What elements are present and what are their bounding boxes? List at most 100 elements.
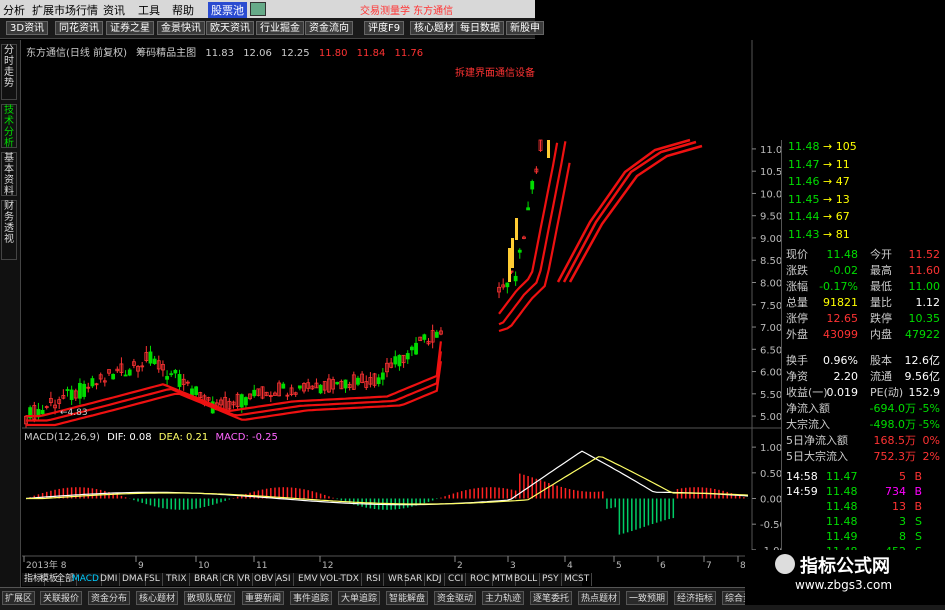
title-value-2: 12.06 xyxy=(243,48,272,59)
candle-body xyxy=(422,334,427,340)
quote-value-2: 11.52 xyxy=(908,248,941,261)
bottom-tab-0[interactable]: 扩展区 xyxy=(2,591,36,605)
candle-body xyxy=(356,377,360,385)
quote-value: -0.17% xyxy=(819,280,858,293)
stat-value: 0.96% xyxy=(823,354,858,367)
bottom-tab-2[interactable]: 资金分布 xyxy=(88,591,131,605)
indicator-tab-13[interactable]: EMV xyxy=(296,573,321,586)
quote-label-2: 最高 xyxy=(870,264,892,277)
candle-body xyxy=(82,383,86,397)
date-tick-label: 11 xyxy=(256,561,267,571)
date-tick-label: 2 xyxy=(457,561,463,571)
bottom-tab-11[interactable]: 逐笔委托 xyxy=(530,591,573,605)
stat-value-2: 152.9 xyxy=(908,386,941,399)
flow-label: 净流入额 xyxy=(786,402,830,415)
flow-percent: 0% xyxy=(922,434,940,447)
candle-body xyxy=(123,374,128,377)
flow-value: 168.5万 xyxy=(873,434,917,447)
date-tick-label: 10 xyxy=(198,561,210,571)
quote-value: 12.65 xyxy=(826,312,859,325)
indicator-tab-23[interactable]: PSY xyxy=(540,573,562,586)
indicator-tab-18[interactable]: KDJ xyxy=(424,573,445,586)
date-tick-label: 2013年 8 xyxy=(26,559,67,571)
flow-row: 净流入额 -694.0万 -5% xyxy=(786,402,944,416)
indicator-tab-6[interactable]: FSL xyxy=(142,573,163,586)
tick-row: 11.48 13 B xyxy=(786,500,944,514)
flow-percent: 2% xyxy=(922,450,940,463)
bottom-tab-3[interactable]: 核心题材 xyxy=(136,591,179,605)
candle-body xyxy=(397,354,402,367)
indicator-tab-19[interactable]: CCI xyxy=(446,573,467,586)
bottom-tab-5[interactable]: 重要新闻 xyxy=(242,591,285,605)
bottom-tab-14[interactable]: 经济指标 xyxy=(674,591,717,605)
indicator-tab-4[interactable]: DMI xyxy=(98,573,121,586)
indicator-tab-20[interactable]: ROC xyxy=(468,573,493,586)
stat-label-2: 流通 xyxy=(870,370,892,383)
flow-value: -694.0万 xyxy=(869,402,916,415)
quote-row: 涨幅 -0.17% 最低 11.00 xyxy=(786,280,944,294)
flow-label: 5日大宗流入 xyxy=(786,450,848,463)
indicator-tab-14[interactable]: VOL-TDX xyxy=(318,573,362,586)
indicator-tab-17[interactable]: SAR xyxy=(402,573,426,586)
candle-body xyxy=(318,384,323,394)
quote-label-2: 今开 xyxy=(870,248,892,261)
macd-line xyxy=(25,450,749,506)
candle-body xyxy=(78,383,82,399)
macd-dea: DEA: 0.21 xyxy=(158,432,209,443)
orderbook-volume: 81 xyxy=(835,227,850,241)
indicator-tab-15[interactable]: RSI xyxy=(364,573,384,586)
quote-value: -0.02 xyxy=(829,264,858,277)
ma-line xyxy=(26,162,571,427)
flow-row: 5日净流入额 168.5万 0% xyxy=(786,434,944,448)
stat-value-2: 12.6亿 xyxy=(904,354,941,367)
indicator-tab-24[interactable]: MCST xyxy=(562,573,593,586)
orderbook-price: 11.44 xyxy=(788,210,820,223)
price-tick-label: 5.50 xyxy=(760,390,782,401)
indicator-tab-11[interactable]: OBV xyxy=(252,573,277,586)
orderbook-row: 11.46 → 47 xyxy=(788,175,850,189)
candle-body xyxy=(513,275,518,282)
highlight-candle xyxy=(547,140,550,158)
stock-title: 东方通信(日线 前复权) xyxy=(26,48,127,59)
stat-row: 收益(一) 0.019 PE(动) 152.9 xyxy=(786,386,944,400)
indicator-tab-10[interactable]: VR xyxy=(236,573,254,586)
bottom-tab-7[interactable]: 大单追踪 xyxy=(338,591,381,605)
orderbook-row: 11.45 → 13 xyxy=(788,193,850,207)
indicator-tab-9[interactable]: CR xyxy=(220,573,238,586)
indicator-tab-7[interactable]: TRIX xyxy=(164,573,190,586)
orderbook-arrow: → xyxy=(819,140,836,153)
title-value-1: 11.83 xyxy=(205,48,234,59)
stat-row: 净资 2.20 流通 9.56亿 xyxy=(786,370,944,384)
price-tick-label: 9.00 xyxy=(760,234,782,245)
stat-value-2: 9.56亿 xyxy=(904,370,941,383)
indicator-name: 筹码精品主图 xyxy=(136,48,197,59)
candle-body xyxy=(434,331,439,338)
tick-volume: 3 xyxy=(899,515,906,528)
bottom-tab-13[interactable]: 一致预期 xyxy=(626,591,669,605)
bottom-tab-9[interactable]: 资金驱动 xyxy=(434,591,477,605)
stat-label: 换手 xyxy=(786,354,808,367)
bottom-tab-1[interactable]: 关联报价 xyxy=(40,591,83,605)
candle-body xyxy=(239,394,244,408)
bottom-tab-6[interactable]: 事件追踪 xyxy=(290,591,333,605)
title-value-5: 11.84 xyxy=(356,48,386,59)
bottom-tab-4[interactable]: 散现队席位 xyxy=(184,591,236,605)
candle-body xyxy=(376,377,381,385)
bottom-tab-8[interactable]: 智能解盘 xyxy=(386,591,429,605)
indicator-tab-12[interactable]: ASI xyxy=(274,573,294,586)
bottom-tab-10[interactable]: 主力轨迹 xyxy=(482,591,525,605)
candle-body xyxy=(252,389,257,397)
orderbook-arrow: → xyxy=(819,175,836,188)
indicator-tab-22[interactable]: BOLL xyxy=(512,573,541,586)
ma-line xyxy=(26,142,559,418)
stat-label: 收益(一) xyxy=(786,386,828,399)
tick-price: 11.49 xyxy=(826,530,858,543)
indicator-tab-8[interactable]: BRAR xyxy=(192,573,222,586)
orderbook-price: 11.43 xyxy=(788,227,820,241)
bottom-tab-12[interactable]: 热点题材 xyxy=(578,591,621,605)
quote-label: 涨跌 xyxy=(786,264,808,277)
quote-panel: 11.48 → 105 11.47 → 11 11.46 → 47 11.45 → 1… xyxy=(781,140,945,558)
price-tick-label: 8.50 xyxy=(760,256,782,267)
quote-row: 现价 11.48 今开 11.52 xyxy=(786,248,944,262)
flow-percent: -5% xyxy=(918,418,940,431)
